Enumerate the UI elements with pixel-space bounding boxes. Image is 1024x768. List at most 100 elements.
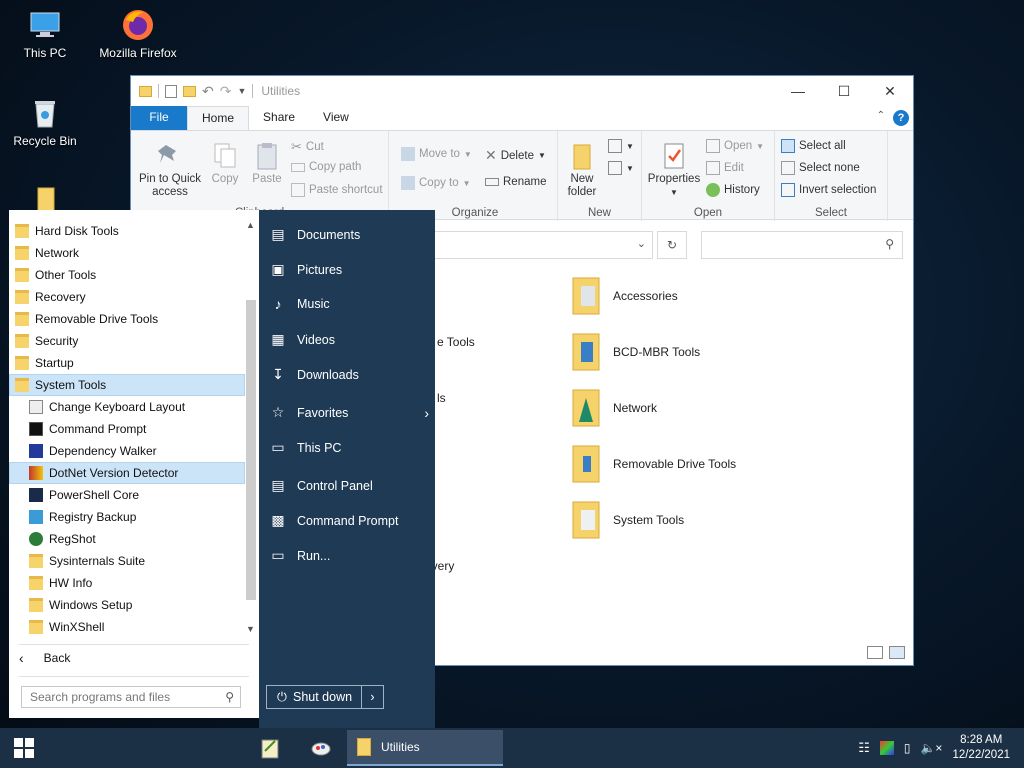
clock[interactable]: 8:28 AM 12/22/2021 <box>952 733 1010 763</box>
pin-quick-access-button[interactable]: Pin to Quick access <box>137 141 203 199</box>
maximize-button[interactable]: ☐ <box>821 76 867 106</box>
redo-icon[interactable]: ↷ <box>220 83 232 100</box>
places-item-downloads[interactable]: ↧ Downloads <box>269 366 429 383</box>
ribbon-collapse-icon[interactable]: ⌃ <box>877 110 885 121</box>
shutdown-options-icon[interactable]: › <box>361 686 383 708</box>
shutdown-button[interactable]: ⏻ Shut down › <box>266 685 384 709</box>
search-input[interactable]: ⚲ <box>701 231 903 259</box>
places-item-command-prompt[interactable]: ▩ Command Prompt <box>269 512 429 529</box>
program-item[interactable]: Windows Setup <box>29 594 245 616</box>
cut-button[interactable]: ✂ Cut <box>291 139 324 155</box>
select-all-button[interactable]: Select all <box>781 139 846 153</box>
history-button[interactable]: History <box>706 183 760 197</box>
paste-button[interactable]: Paste <box>247 141 287 186</box>
copy-to-button[interactable]: Copy to ▼ <box>401 176 471 190</box>
computer-icon <box>30 12 60 37</box>
places-item-videos[interactable]: ▦ Videos <box>269 331 429 348</box>
folder-item[interactable]: Accessories <box>569 274 678 318</box>
properties-icon[interactable] <box>165 84 177 98</box>
start-button[interactable] <box>0 728 48 768</box>
folder-item[interactable]: Network <box>569 386 657 430</box>
scroll-down-icon[interactable]: ▼ <box>246 624 255 634</box>
folder-icon <box>15 334 29 348</box>
start-search-input[interactable]: Search programs and files ⚲ <box>21 686 241 708</box>
copy-icon <box>214 143 236 168</box>
new-item-button[interactable]: ▼ <box>608 139 634 153</box>
power-icon: ⏻ <box>277 689 287 704</box>
taskbar-window-utilities[interactable]: Utilities <box>347 730 503 766</box>
tab-home[interactable]: Home <box>187 106 250 130</box>
folder-item[interactable]: Removable Drive Tools <box>569 442 736 486</box>
scroll-up-icon[interactable]: ▲ <box>246 220 255 230</box>
desktop-icon-this-pc[interactable]: This PC <box>0 8 90 60</box>
program-item[interactable]: PowerShell Core <box>29 484 245 506</box>
open-button[interactable]: Open ▼ <box>706 139 764 153</box>
rename-button[interactable]: Rename <box>485 176 546 188</box>
paste-shortcut-button[interactable]: Paste shortcut <box>291 183 383 197</box>
back-button[interactable]: ‹ Back <box>19 650 70 666</box>
program-item[interactable]: Registry Backup <box>29 506 245 528</box>
network-icon[interactable]: ☷ <box>858 740 870 756</box>
address-dropdown-icon[interactable]: ⌄ <box>637 237 646 250</box>
edit-button[interactable]: Edit <box>706 161 744 175</box>
close-button[interactable]: ✕ <box>867 76 913 106</box>
program-list-scrollbar[interactable]: ▲ ▼ <box>244 220 258 640</box>
invert-selection-button[interactable]: Invert selection <box>781 183 876 197</box>
tab-file[interactable]: File <box>131 106 187 130</box>
notepad-icon <box>261 739 279 759</box>
new-folder-button[interactable]: New folder <box>562 141 602 199</box>
color-icon[interactable] <box>879 741 894 755</box>
program-item[interactable]: RegShot <box>29 528 245 550</box>
desktop-icon-firefox[interactable]: Mozilla Firefox <box>93 8 183 60</box>
undo-icon[interactable]: ↶ <box>202 83 214 100</box>
taskbar-app-notepad[interactable] <box>250 728 290 768</box>
program-item[interactable]: Security <box>15 330 251 352</box>
refresh-button[interactable]: ↻ <box>657 231 687 259</box>
places-item-this-pc[interactable]: ▭ This PC <box>269 439 429 456</box>
copy-path-button[interactable]: Copy path <box>291 161 361 173</box>
program-item[interactable]: Command Prompt <box>29 418 245 440</box>
volume-muted-icon[interactable]: 🔈× <box>920 741 942 755</box>
help-icon[interactable]: ? <box>893 110 909 126</box>
delete-button[interactable]: ✕ Delete ▼ <box>485 147 546 164</box>
places-item-music[interactable]: ♪ Music <box>269 296 429 312</box>
usb-icon[interactable]: ▯ <box>904 741 911 755</box>
program-item[interactable]: Dependency Walker <box>29 440 245 462</box>
program-item[interactable]: Other Tools <box>15 264 251 286</box>
easy-access-button[interactable]: ▼ <box>608 161 634 175</box>
program-item[interactable]: Removable Drive Tools <box>15 308 251 330</box>
places-item-control-panel[interactable]: ▤ Control Panel <box>269 477 429 494</box>
copy-button[interactable]: Copy <box>205 141 245 186</box>
places-item-documents[interactable]: ▤ Documents <box>269 226 429 243</box>
places-item-favorites[interactable]: ☆ Favorites › <box>269 404 429 421</box>
desktop-icon-recycle-bin[interactable]: Recycle Bin <box>0 96 90 148</box>
minimize-button[interactable]: — <box>775 76 821 106</box>
address-bar[interactable]: ⌄ <box>421 231 653 259</box>
new-folder-icon[interactable] <box>183 85 196 97</box>
program-item[interactable]: HW Info <box>29 572 245 594</box>
places-item-pictures[interactable]: ▣ Pictures <box>269 261 429 278</box>
program-item[interactable]: Sysinternals Suite <box>29 550 245 572</box>
program-item-selected[interactable]: System Tools <box>9 374 245 396</box>
properties-button[interactable]: Properties ▼ <box>646 141 702 199</box>
scrollbar-thumb[interactable] <box>246 300 256 600</box>
details-view-icon[interactable] <box>867 646 883 659</box>
copy-to-icon <box>401 176 415 190</box>
folder-item[interactable]: BCD-MBR Tools <box>569 330 700 374</box>
program-item[interactable]: Hard Disk Tools <box>15 220 251 242</box>
program-item-hover[interactable]: DotNet Version Detector <box>9 462 245 484</box>
program-item[interactable]: Change Keyboard Layout <box>29 396 245 418</box>
program-item[interactable]: WinXShell <box>29 616 245 638</box>
program-item[interactable]: Recovery <box>15 286 251 308</box>
move-to-button[interactable]: Move to ▼ <box>401 147 472 161</box>
folder-item[interactable]: System Tools <box>569 498 684 542</box>
large-icons-view-icon[interactable] <box>889 646 905 659</box>
customize-dropdown-icon[interactable]: ▼ <box>237 86 246 96</box>
tab-share[interactable]: Share <box>249 106 309 130</box>
taskbar-app-tool[interactable] <box>301 728 341 768</box>
program-item[interactable]: Network <box>15 242 251 264</box>
program-item[interactable]: Startup <box>15 352 251 374</box>
tab-view[interactable]: View <box>309 106 363 130</box>
select-none-button[interactable]: Select none <box>781 161 860 175</box>
places-item-run[interactable]: ▭ Run... <box>269 547 429 564</box>
